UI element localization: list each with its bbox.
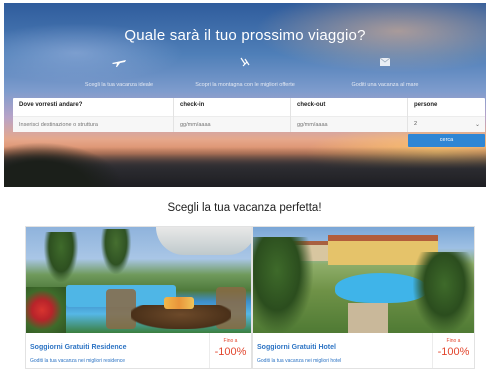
price-box: Fino a -100% <box>432 333 474 368</box>
feature-label: Scopri la montagna con le migliori offer… <box>195 82 295 88</box>
checkout-label: check-out <box>297 102 326 108</box>
feature-label: Scegli la tua vacanza ideale <box>84 82 154 88</box>
hero-title: Quale sarà il tuo prossimo viaggio? <box>124 27 366 44</box>
persons-value: 2 <box>414 121 418 127</box>
offer-card-residence[interactable]: Soggiorni Gratuiti Residence Goditi la t… <box>25 226 252 369</box>
persons-label: persone <box>414 102 438 108</box>
chevron-down-icon: ⌄ <box>474 122 480 128</box>
card-subtitle: Goditi la tua vacanza nei migliori resid… <box>30 358 126 364</box>
hotel-photo <box>253 227 474 333</box>
checkout-input[interactable] <box>291 116 407 132</box>
feature-item: Scopri la montagna con le migliori offer… <box>170 55 320 91</box>
card-title[interactable]: Soggiorni Gratuiti Residence <box>30 344 126 351</box>
umbrella <box>156 227 251 255</box>
search-button[interactable]: cerca <box>408 134 485 147</box>
path <box>348 303 388 333</box>
destination-label: Dove vorresti andare? <box>19 102 83 108</box>
airplane-icon <box>111 55 127 67</box>
destination-field: Dove vorresti andare? <box>13 98 174 132</box>
card-info: Soggiorni Gratuiti Hotel Goditi la tua v… <box>253 333 474 368</box>
checkin-label: check-in <box>180 102 205 108</box>
palm-tree <box>253 237 313 333</box>
price-prefix: Fino a <box>446 338 461 344</box>
search-form: Dove vorresti andare? check-in check-out… <box>13 98 485 132</box>
trees <box>4 142 124 187</box>
price-prefix: Fino a <box>223 338 238 344</box>
discount-value: -100% <box>437 346 470 358</box>
mountain-icon <box>237 55 253 67</box>
card-title[interactable]: Soggiorni Gratuiti Hotel <box>257 344 336 351</box>
hero-banner: Quale sarà il tuo prossimo viaggio? Sceg… <box>4 3 486 187</box>
feature-item: Goditi una vacanza al mare <box>310 55 460 91</box>
price-box: Fino a -100% <box>209 333 251 368</box>
flowers <box>26 287 66 333</box>
card-info: Soggiorni Gratuiti Residence Goditi la t… <box>26 333 251 368</box>
feature-label: Goditi una vacanza al mare <box>351 82 419 88</box>
palm-tree <box>44 232 78 282</box>
checkout-field: check-out <box>291 98 408 132</box>
drinks <box>164 297 194 309</box>
offer-card-hotel[interactable]: Soggiorni Gratuiti Hotel Goditi la tua v… <box>252 226 475 369</box>
persons-field: persone 2 ⌄ <box>408 98 485 132</box>
persons-select[interactable]: 2 ⌄ <box>408 116 485 132</box>
discount-value: -100% <box>214 346 247 358</box>
palm-tree <box>101 229 131 274</box>
section-title: Scegli la tua vacanza perfetta! <box>167 202 322 214</box>
palm-tree <box>413 252 474 333</box>
checkin-field: check-in <box>174 98 291 132</box>
checkin-input[interactable] <box>174 116 290 132</box>
residence-photo <box>26 227 251 333</box>
envelope-icon <box>377 55 393 67</box>
card-subtitle: Goditi la tua vacanza nei migliori hotel <box>257 358 342 364</box>
destination-input[interactable] <box>13 116 173 132</box>
